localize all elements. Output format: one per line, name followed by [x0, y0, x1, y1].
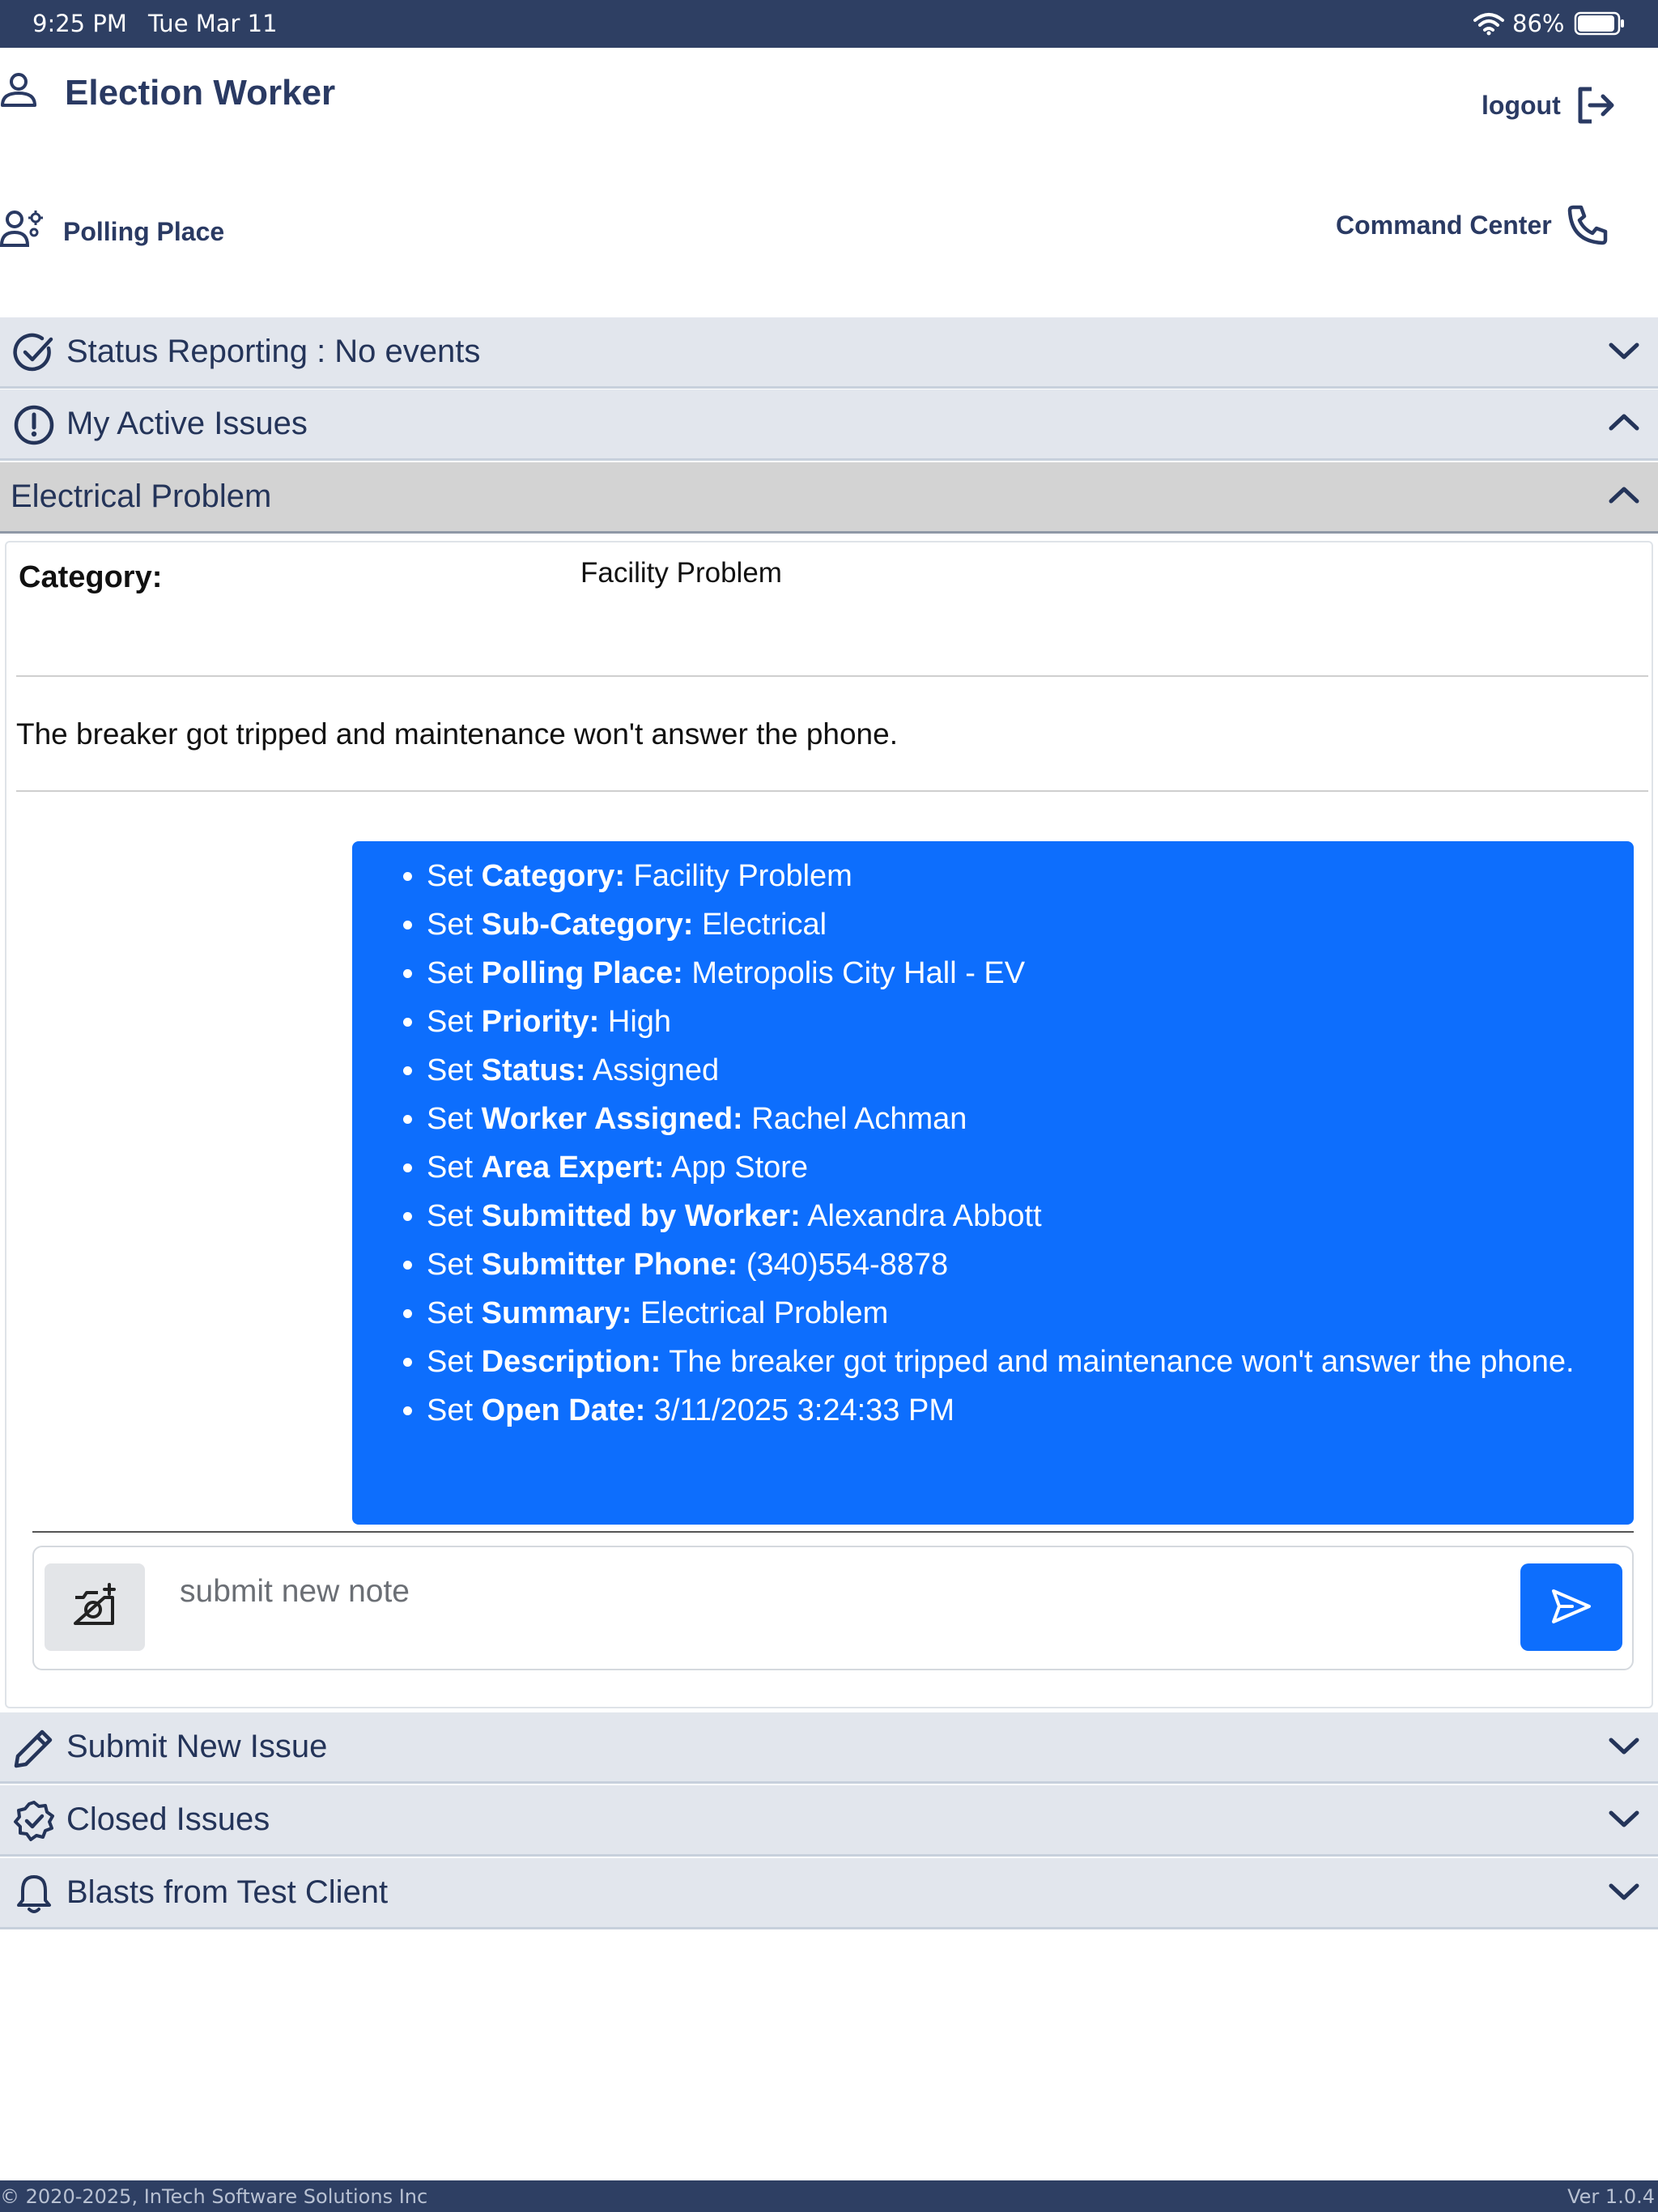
log-item: Set Status: Assigned — [427, 1046, 1634, 1095]
log-item: Set Description: The breaker got tripped… — [427, 1338, 1634, 1386]
divider — [16, 790, 1648, 792]
check-circle-icon — [13, 332, 55, 374]
badge-check-icon — [13, 1800, 55, 1842]
divider — [16, 675, 1648, 677]
status-date: Tue Mar 11 — [148, 10, 278, 37]
log-item: Set Area Expert: App Store — [427, 1143, 1634, 1192]
user-icon — [0, 71, 37, 108]
exclamation-circle-icon — [13, 404, 55, 446]
log-item: Set Open Date: 3/11/2025 3:24:33 PM — [427, 1386, 1634, 1435]
pencil-icon — [13, 1727, 55, 1769]
chevron-down-icon — [1608, 1879, 1640, 1904]
chevron-down-icon — [1608, 338, 1640, 363]
section-label: Closed Issues — [66, 1802, 270, 1837]
log-item: Set Summary: Electrical Problem — [427, 1289, 1634, 1338]
section-blasts[interactable]: Blasts from Test Client — [0, 1858, 1658, 1929]
logout-button[interactable]: logout — [1482, 84, 1616, 126]
copyright-text: © 2020-2025, InTech Software Solutions I… — [0, 2185, 428, 2208]
log-item: Set Polling Place: Metropolis City Hall … — [427, 949, 1634, 998]
section-status-reporting[interactable]: Status Reporting : No events — [0, 317, 1658, 389]
issue-description: The breaker got tripped and maintenance … — [16, 717, 898, 751]
section-label: Submit New Issue — [66, 1729, 328, 1764]
chevron-down-icon — [1608, 1806, 1640, 1831]
section-submit-new-issue[interactable]: Submit New Issue — [0, 1712, 1658, 1784]
section-label: Blasts from Test Client — [66, 1874, 389, 1910]
section-active-issues[interactable]: My Active Issues — [0, 389, 1658, 461]
version-text: Ver 1.0.4 — [1567, 2185, 1655, 2208]
log-item: Set Submitter Phone: (340)554-8878 — [427, 1240, 1634, 1289]
polling-place-icon — [0, 208, 47, 249]
issue-title: Electrical Problem — [11, 479, 272, 514]
battery-percent: 86% — [1512, 10, 1565, 37]
battery-icon — [1574, 11, 1626, 36]
activity-log-list: Set Category: Facility Problem Set Sub-C… — [352, 841, 1634, 1435]
bell-icon — [13, 1873, 55, 1915]
chevron-down-icon — [1608, 1733, 1640, 1758]
command-center-label: Command Center — [1336, 210, 1552, 240]
note-input[interactable] — [170, 1559, 1525, 1624]
phone-icon — [1567, 204, 1609, 246]
footer: © 2020-2025, InTech Software Solutions I… — [0, 2180, 1658, 2212]
section-label: Status Reporting : No events — [66, 334, 481, 369]
command-center-button[interactable]: Command Center — [1336, 204, 1609, 246]
issue-header-electrical-problem[interactable]: Electrical Problem — [0, 462, 1658, 534]
log-item: Set Worker Assigned: Rachel Achman — [427, 1095, 1634, 1143]
status-bar: 9:25 PM Tue Mar 11 86% — [0, 0, 1658, 48]
category-label: Category: — [19, 560, 163, 594]
section-closed-issues[interactable]: Closed Issues — [0, 1785, 1658, 1857]
logout-label: logout — [1482, 90, 1561, 120]
chevron-up-icon — [1608, 483, 1640, 508]
clock-time: 9:25 PM — [32, 10, 127, 37]
page-title: Election Worker — [65, 73, 336, 113]
wifi-icon — [1473, 11, 1504, 36]
log-item: Set Priority: High — [427, 998, 1634, 1046]
category-value: Facility Problem — [580, 557, 782, 589]
activity-note-bubble: Set Category: Facility Problem Set Sub-C… — [352, 841, 1634, 1525]
section-label: My Active Issues — [66, 406, 308, 441]
chevron-up-icon — [1608, 410, 1640, 435]
log-item: Set Sub-Category: Electrical — [427, 900, 1634, 949]
polling-place-label[interactable]: Polling Place — [63, 217, 224, 247]
add-photo-button[interactable] — [45, 1563, 145, 1651]
send-note-button[interactable] — [1520, 1563, 1622, 1651]
log-item: Set Submitted by Worker: Alexandra Abbot… — [427, 1192, 1634, 1240]
divider — [32, 1531, 1634, 1533]
logout-icon — [1574, 84, 1616, 126]
log-item: Set Category: Facility Problem — [427, 852, 1634, 900]
